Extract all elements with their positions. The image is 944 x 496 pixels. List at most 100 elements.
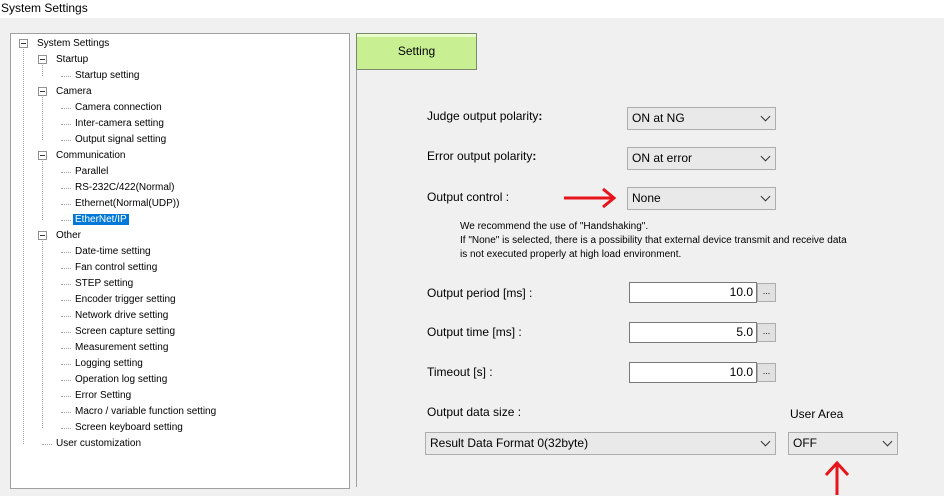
tree-item[interactable]: Camera [54,85,94,99]
collapse-icon[interactable] [19,39,28,48]
output-control-select[interactable]: None [627,187,776,210]
tree-connector [61,332,71,333]
timeout-input[interactable]: 10.0 [629,362,757,383]
judge-output-polarity-value: ON at NG [632,111,685,125]
tree-item[interactable]: Startup [54,53,90,67]
collapse-icon[interactable] [38,87,47,96]
tree-item[interactable]: Camera connection [73,101,164,115]
tree-item-label: Output signal setting [75,134,167,145]
tree-connector [61,364,71,365]
tree-item[interactable]: Other [54,229,83,243]
tree-item-label: Parallel [75,166,109,177]
tree-item[interactable]: Macro / variable function setting [73,405,218,419]
red-arrow-up-icon [824,460,850,495]
tree-item[interactable]: Operation log setting [73,373,169,387]
timeout-label: Timeout [s] : [427,365,493,379]
tree-item[interactable]: Logging setting [73,357,145,371]
tree-item-label: Measurement setting [75,342,169,353]
tree-item-label: Network drive setting [75,310,169,321]
tree-item[interactable]: Encoder trigger setting [73,293,178,307]
output-time-label: Output time [ms] : [427,325,522,339]
handshaking-note-line-3: is not executed properly at high load en… [460,249,682,260]
tree-item-label: Logging setting [75,358,143,369]
settings-tree-panel[interactable]: System Settings Startup Startup setting Cam… [10,33,350,489]
tree-connector [61,268,71,269]
tree-item[interactable]: Screen keyboard setting [73,421,185,435]
collapse-icon[interactable] [38,151,47,160]
tree-item[interactable]: RS-232C/422(Normal) [73,181,176,195]
tree-connector [61,220,71,221]
tree-connector [61,252,71,253]
red-arrow-right-icon [564,188,617,208]
tree-connector [61,396,71,397]
tree-item[interactable]: Communication [54,149,127,163]
judge-output-polarity-label: Judge output polarity: [427,109,543,123]
tree-item-label: Screen keyboard setting [75,422,183,433]
tree-connector [61,428,71,429]
tree-item-label: Startup [56,54,89,65]
tab-setting[interactable]: Setting [356,33,477,70]
chevron-down-icon [760,436,771,447]
settings-tree[interactable]: System Settings Startup Startup setting Cam… [11,34,349,488]
output-data-size-label: Output data size : [427,405,522,419]
user-area-value: OFF [793,436,817,450]
tree-connector [61,412,71,413]
user-area-select[interactable]: OFF [788,432,898,455]
chevron-down-icon [760,191,771,202]
output-period-label: Output period [ms] : [427,286,533,300]
tree-connector [61,380,71,381]
tree-connector [61,108,71,109]
tree-item[interactable]: System Settings [35,37,111,51]
tree-connector [61,172,71,173]
output-period-browse-button[interactable]: ... [757,283,776,302]
output-control-label: Output control : [427,190,510,204]
tree-item-label: Ethernet(Normal(UDP)) [75,198,180,209]
tree-item[interactable]: Network drive setting [73,309,170,323]
output-time-input[interactable]: 5.0 [629,322,757,343]
chevron-down-icon [760,151,771,162]
tree-item-label: Date-time setting [75,246,151,257]
tree-item[interactable]: Error Setting [73,389,133,403]
tree-item[interactable]: EtherNet/IP [73,213,129,227]
tree-connector [42,97,43,140]
output-period-input[interactable]: 10.0 [629,282,757,303]
judge-output-polarity-select[interactable]: ON at NG [627,107,776,130]
tree-item[interactable]: Output signal setting [73,133,168,147]
collapse-icon[interactable] [38,55,47,64]
output-control-value: None [632,191,661,205]
tree-connector [42,444,52,445]
tree-connector [61,140,71,141]
output-time-browse-button[interactable]: ... [757,323,776,342]
tree-item-label: System Settings [37,38,110,49]
setting-content: Judge output polarity: ON at NG Error ou… [356,70,944,495]
tree-item-label: User customization [56,438,142,449]
tree-item-label: Startup setting [75,70,140,81]
tree-connector [61,300,71,301]
output-data-size-select[interactable]: Result Data Format 0(32byte) [425,432,776,455]
tree-connector [61,76,71,77]
tree-item-label: Communication [56,150,126,161]
tree-connector [61,284,71,285]
timeout-browse-button[interactable]: ... [757,363,776,382]
tree-item-label: EtherNet/IP [73,214,129,225]
tree-item[interactable]: Parallel [73,165,110,179]
tree-item[interactable]: Fan control setting [73,261,159,275]
tree-item[interactable]: Inter-camera setting [73,117,166,131]
tree-item[interactable]: Ethernet(Normal(UDP)) [73,197,181,211]
tree-item[interactable]: User customization [54,437,143,451]
tree-item[interactable]: Measurement setting [73,341,170,355]
tree-item[interactable]: STEP setting [73,277,135,291]
tree-connector [23,49,24,444]
tree-connector [61,124,71,125]
window-title: System Settings [0,0,944,18]
tree-item-label: RS-232C/422(Normal) [75,182,175,193]
error-output-polarity-label: Error output polarity: [427,149,537,163]
tree-item[interactable]: Date-time setting [73,245,153,259]
error-output-polarity-select[interactable]: ON at error [627,147,776,170]
tree-item[interactable]: Screen capture setting [73,325,177,339]
collapse-icon[interactable] [38,231,47,240]
chevron-down-icon [882,436,893,447]
tree-connector [61,188,71,189]
tree-item[interactable]: Startup setting [73,69,141,83]
tree-item-label: Fan control setting [75,262,158,273]
